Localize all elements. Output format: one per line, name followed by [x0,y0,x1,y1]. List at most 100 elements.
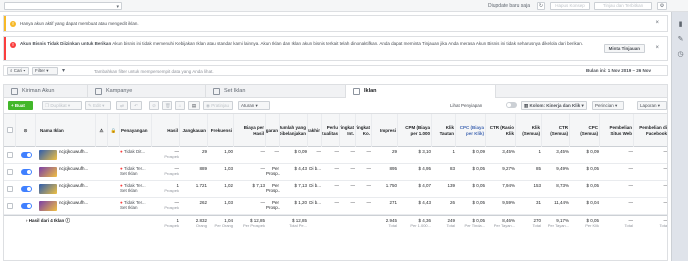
table-cell: — [340,198,356,215]
tab-campaigns[interactable]: Kampanye [88,85,206,98]
date-range-picker[interactable]: Bulan ini: 1 Nov 2019 – 26 Nov [586,68,651,73]
table-cell: — Prospek [164,200,179,210]
rules-button[interactable]: Aturan ▾ [238,101,270,110]
breakdown-dropdown[interactable]: Perincian ▾ [592,101,624,110]
col-results[interactable]: Hasil [152,114,180,147]
col-cpc[interactable]: CPC (Biaya per Klik) [456,114,486,147]
col-budget[interactable]: Anggaran [266,114,280,147]
reports-dropdown[interactable]: Laporan ▾ [637,101,667,110]
ad-name[interactable]: ncjcjkcuwufh... [59,147,96,164]
cell-reach: 262 [199,200,207,205]
ab-test-icon[interactable]: ⇄ [116,101,128,110]
totals-label[interactable]: › Hasil dari 4 Iklan ⓘ [24,216,94,233]
table-cell: — [234,164,266,181]
ad-toggle[interactable] [21,203,32,209]
tab-adsets[interactable]: Set Iklan [206,85,346,98]
row-checkbox[interactable] [7,152,13,158]
filter-button[interactable]: Filter ▾ [32,67,58,75]
col-cost-per-result[interactable]: Biaya per Hasil [234,114,266,147]
cell-cpc: $ 0,05 [472,166,485,171]
cell-budget: — [274,149,280,154]
chart-icon[interactable]: ▮ [676,20,685,29]
duplicate-button[interactable]: ❐ Duplikat ▾ [42,101,82,110]
account-selector[interactable]: ▾ [4,2,122,10]
cell-cpr: — [260,149,266,154]
table-cell: — [340,147,356,164]
table-row[interactable]: ncjcjkcuwufh... ● Tidak Ter... Set Iklan —… [4,164,668,181]
eye-icon: ◉ [206,103,210,108]
undo-icon[interactable]: ↶ [130,101,142,110]
gear-icon[interactable]: ⚙ [657,2,667,10]
table-row[interactable]: ncjcjkcuwufh... ● Tidak Ter... Set Iklan —… [4,198,667,215]
col-conversion-rank[interactable]: Peringkat Ko. [356,114,372,147]
clock-icon[interactable]: ◷ [676,50,685,59]
discard-draft-button[interactable]: Hapus Konsep [550,2,590,10]
col-engagement-rank[interactable]: Peringkat Int. [340,114,356,147]
ad-toggle[interactable] [21,186,32,192]
col-ctr[interactable]: CTR (Rasio Klik [486,114,516,147]
filter-placeholder[interactable]: Tambahkan filter untuk mempersempit data… [94,69,214,74]
table-cell: — [356,147,372,164]
close-icon[interactable]: × [655,45,659,51]
col-cpm[interactable]: CPM (Biaya per 1.000 [398,114,432,147]
cell-link: 139 [447,183,455,188]
col-quality[interactable]: Perlu Kualitas [322,114,340,147]
search-button[interactable]: ⌕ Cari ▾ [7,67,29,75]
col-ends[interactable]: Berakhir [308,114,322,147]
chart-icon[interactable]: ▤ [188,101,200,110]
request-review-button[interactable]: Minta Tinjauan [603,44,645,53]
trash-icon[interactable]: 🗑 [162,101,172,110]
col-amount-spent[interactable]: Jumlah yang Dibelanjakan [280,114,308,147]
ad-name[interactable]: ncjcjkcuwufh... [59,164,96,181]
col-impressions[interactable]: Impresi [372,114,398,147]
ad-toggle[interactable] [21,152,32,158]
close-icon[interactable]: × [655,20,659,26]
col-fb-purchases[interactable]: Pembelian di Facebook [634,114,667,147]
col-delivery[interactable]: Penayangan [120,114,152,147]
col-ad-name[interactable]: Nama Iklan [36,114,96,147]
table-cell: $ 0,05 [570,181,600,198]
col-clicks-all[interactable]: Klik (Semua) [516,114,542,147]
cell-link: 26 [449,200,455,205]
table-cell: $ 1,20 [280,198,308,215]
ad-name[interactable]: ncjcjkcuwufh... [59,198,96,215]
tag-icon[interactable]: ⌂ [175,101,185,110]
select-all-checkbox[interactable] [7,127,13,133]
col-frequency[interactable]: Frekuensi [208,114,234,147]
row-checkbox[interactable] [7,203,13,209]
ad-toggle[interactable] [21,169,32,175]
ad-name[interactable]: ncjcjkcuwufh... [59,181,96,198]
edit-button[interactable]: ✎ Edit ▾ [85,101,111,110]
row-checkbox[interactable] [7,186,13,192]
row-checkbox[interactable] [7,169,13,175]
col-cpc-all[interactable]: CPC (Semua) [570,114,600,147]
tab-account[interactable]: Kiriman Akun [4,85,88,98]
table-row[interactable]: ncjcjkcuwufh... ● Tidak Dit... — Prospek 29 1… [4,147,667,164]
columns-dropdown[interactable]: ▥ Kolom: Kinerja dan Klik ▾ [521,101,587,110]
pencil-icon[interactable]: ✎ [676,35,685,44]
review-publish-button[interactable]: Tinjau dan Terbitkan [594,2,652,10]
cell-c: — [366,166,372,171]
table-cell: $ 4,07 [398,181,432,198]
cell-fb: — [663,166,668,171]
table-cell: 1,03 [208,198,234,215]
refresh-icon[interactable]: ↻ [537,2,545,10]
filter-bar: ⌕ Cari ▾ Filter ▾ ▾ Tambahkan filter unt… [3,65,668,76]
col-web-purchases[interactable]: Pembelian Situs Web [600,114,634,147]
cell-e: — [350,200,356,205]
cell-cpc_all: $ 0,05 [586,166,599,171]
delete-icon[interactable]: ⊘ [149,101,159,110]
col-link-clicks[interactable]: Klik Tautan [432,114,456,147]
right-sidebar: ▮ ✎ ◷ [671,12,688,261]
create-button[interactable]: + Buat [8,101,33,110]
col-reach[interactable]: Jangkauan [180,114,208,147]
table-cell: $ 0,05 [570,164,600,181]
col-ctr-all[interactable]: CTR (Semua) [542,114,570,147]
cell-cpm: $ 4,95 [418,166,431,171]
table-cell: — [322,198,340,215]
preview-button[interactable]: ◉ Pratinjau [203,101,233,110]
view-setup-toggle[interactable] [506,102,517,108]
tab-ads[interactable]: Iklan [346,85,496,98]
cell-cpc_all: $ 0,09 [586,149,599,154]
table-row[interactable]: ncjcjkcuwufh... ● Tidak Ter... Set Iklan 1… [4,181,667,198]
